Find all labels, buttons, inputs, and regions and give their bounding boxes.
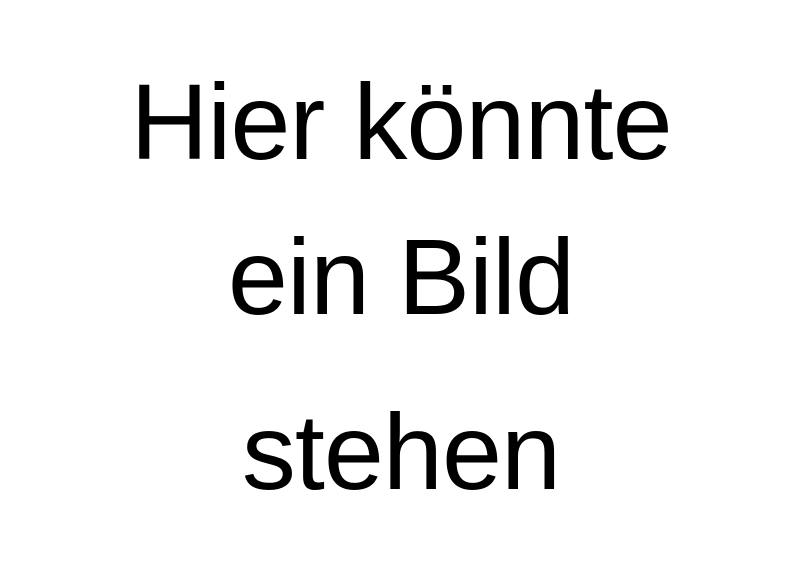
placeholder-text-line-1: Hier könnte bbox=[130, 61, 672, 182]
placeholder-text-line-2: ein Bild bbox=[227, 216, 575, 337]
placeholder-text-line-3: stehen bbox=[241, 391, 561, 512]
placeholder-canvas: Hier könnte ein Bild stehen bbox=[0, 0, 802, 583]
